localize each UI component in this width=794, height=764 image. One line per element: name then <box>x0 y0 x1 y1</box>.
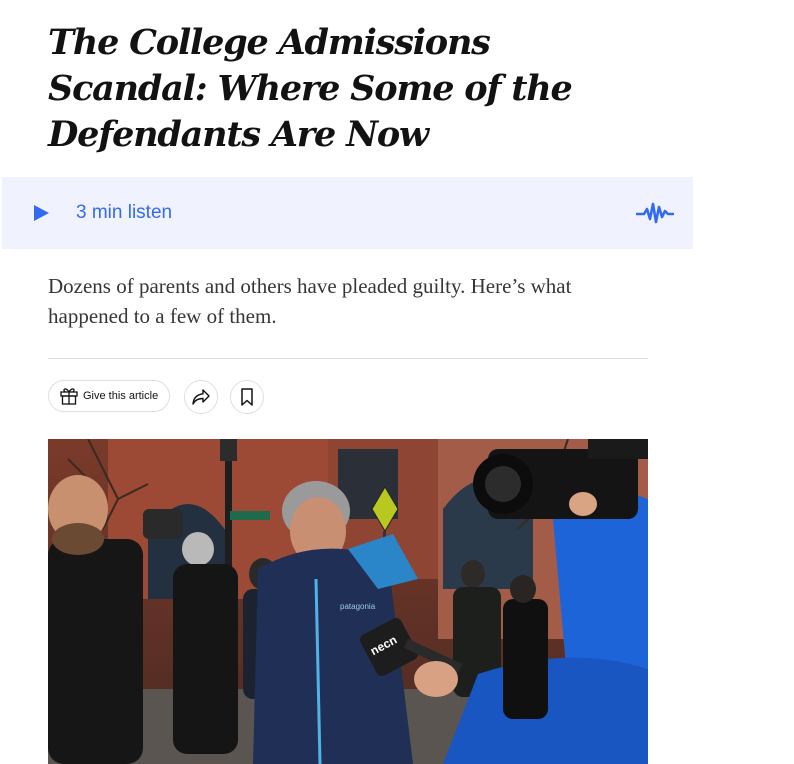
save-button[interactable] <box>230 380 264 414</box>
divider <box>48 358 648 359</box>
bookmark-icon <box>241 388 253 406</box>
gift-icon <box>60 388 78 405</box>
svg-text:patagonia: patagonia <box>340 602 376 611</box>
share-icon <box>192 389 210 405</box>
gift-article-label: Give this article <box>83 390 159 402</box>
play-icon[interactable] <box>32 204 50 222</box>
listen-bar[interactable]: 3 min listen <box>2 177 693 249</box>
listen-duration-label[interactable]: 3 min listen <box>76 201 172 225</box>
article-headline: The College Admissions Scandal: Where So… <box>48 22 573 155</box>
share-button[interactable] <box>184 380 218 414</box>
audio-wave-icon <box>636 202 674 224</box>
article-photo: patagonia necn <box>48 439 648 764</box>
article-summary: Dozens of parents and others have pleade… <box>48 274 572 328</box>
gift-article-button[interactable]: Give this article <box>48 380 170 412</box>
